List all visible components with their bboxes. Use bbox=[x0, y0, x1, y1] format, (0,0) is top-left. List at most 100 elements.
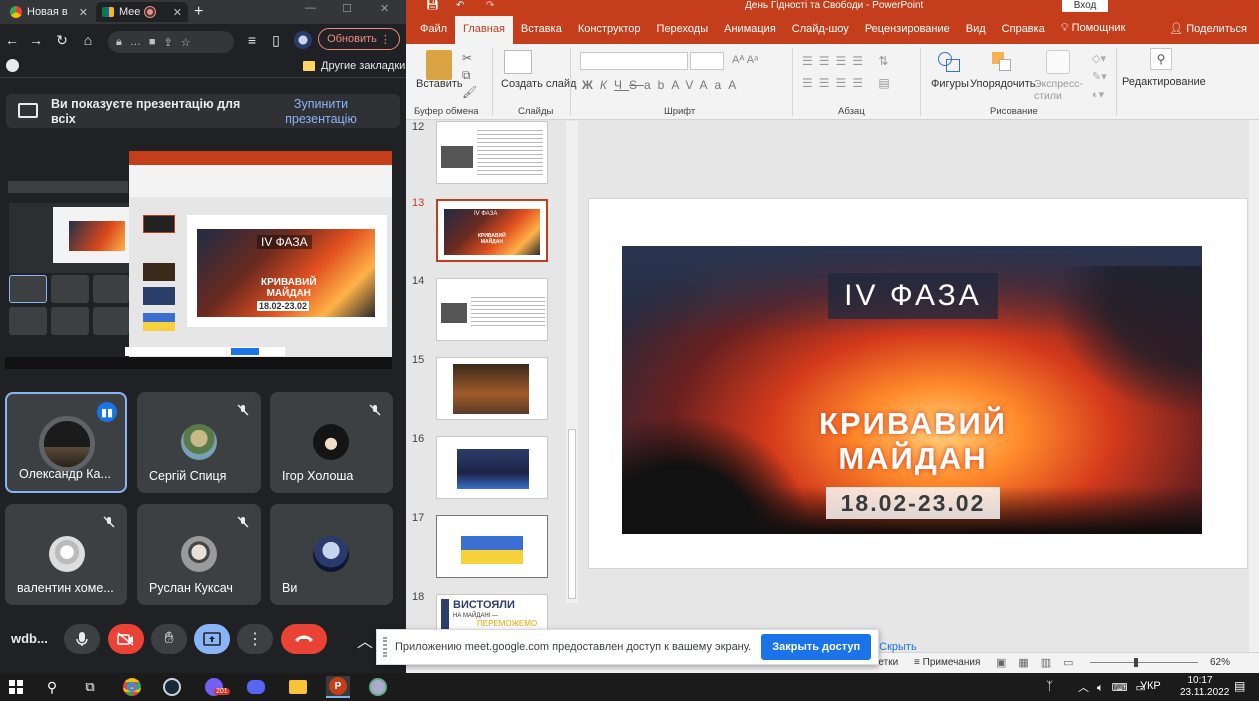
save-icon[interactable]: 💾︎ bbox=[426, 0, 439, 11]
paste-icon[interactable] bbox=[426, 50, 452, 80]
stop-sharing-button[interactable]: Закрыть доступ bbox=[761, 634, 872, 660]
new-slide-button[interactable]: Создать слайд bbox=[501, 78, 576, 91]
forward-icon[interactable]: → bbox=[28, 32, 44, 48]
windows-start-icon[interactable] bbox=[4, 676, 28, 698]
participant-tile[interactable]: Ігор Холоша bbox=[270, 392, 393, 493]
share-icon[interactable]: ⇪ bbox=[164, 36, 173, 49]
underline-button[interactable]: Ч bbox=[614, 78, 629, 92]
close-icon[interactable]: ✕ bbox=[79, 6, 88, 19]
participant-tile-self[interactable]: Ви bbox=[270, 504, 393, 605]
quick-styles-button[interactable]: Экспресс-стили bbox=[1034, 78, 1090, 102]
other-bookmarks[interactable]: Другие закладки bbox=[321, 60, 405, 72]
star-icon[interactable]: ☆ bbox=[181, 36, 191, 49]
bold-button[interactable]: Ж bbox=[582, 78, 600, 92]
participant-tile[interactable]: Руслан Куксач bbox=[137, 504, 261, 605]
paste-button[interactable]: Вставить bbox=[416, 78, 463, 90]
fill-outline-icons[interactable]: ◇▾ ✎▾ ◐▾ bbox=[1092, 50, 1107, 104]
mic-button[interactable] bbox=[64, 624, 100, 654]
font-grow-icon[interactable]: Aᴬ Aᵃ bbox=[732, 54, 758, 66]
italic-button[interactable]: К bbox=[600, 78, 614, 92]
home-icon[interactable]: ⌂ bbox=[80, 32, 96, 48]
clipboard-icons[interactable]: ✂︎ ⧉ 🖌︎ bbox=[462, 50, 477, 101]
participant-tile[interactable]: валентин хоме... bbox=[5, 504, 127, 605]
present-button[interactable] bbox=[194, 624, 230, 654]
chrome-icon[interactable] bbox=[120, 676, 144, 698]
hide-button[interactable]: Скрыть bbox=[879, 641, 917, 653]
undo-icon[interactable]: ↶ bbox=[456, 0, 464, 11]
tab-slideshow[interactable]: Слайд-шоу bbox=[784, 23, 857, 44]
new-tab-button[interactable]: + bbox=[194, 3, 203, 21]
raise-hand-button[interactable]: ✋︎ bbox=[151, 624, 187, 654]
signin-button[interactable]: Вход bbox=[1062, 0, 1108, 12]
chevron-up-icon[interactable]: ︿ bbox=[357, 628, 373, 652]
slide-thumb-14[interactable] bbox=[436, 278, 548, 341]
close-icon[interactable]: ✕ bbox=[173, 6, 182, 19]
stop-presenting-button[interactable]: Зупинити презентацію bbox=[278, 97, 364, 127]
slide-canvas[interactable]: IV ФАЗА КРИВАВИЙ МАЙДАН 18.02-23.02 bbox=[588, 198, 1248, 569]
maximize-button[interactable]: ☐ bbox=[342, 2, 352, 15]
reload-icon[interactable]: ↻ bbox=[54, 32, 70, 48]
canvas-scrollbar[interactable] bbox=[1249, 120, 1259, 652]
participant-tile[interactable]: Сергій Спиця bbox=[137, 392, 261, 493]
tab-new[interactable]: Новая в ✕ bbox=[4, 2, 94, 22]
end-call-button[interactable] bbox=[281, 624, 327, 654]
participant-tile[interactable]: ▮▮ Олександр Ка... bbox=[5, 392, 127, 493]
drag-handle-icon[interactable] bbox=[383, 637, 387, 657]
search-icon[interactable]: ⚲ bbox=[1150, 48, 1172, 70]
slide-thumb-18[interactable]: ВИСТОЯЛИ НА МАЙДАНІ — ПЕРЕМОЖЕМО bbox=[436, 594, 548, 634]
view-buttons[interactable]: ▣▦▥▭ bbox=[996, 656, 1086, 669]
tab-design[interactable]: Конструктор bbox=[570, 23, 649, 44]
sidepanel-icon[interactable]: ▯ bbox=[268, 32, 284, 48]
slide-thumb-16[interactable] bbox=[436, 436, 548, 499]
clock[interactable]: 10:17 23.11.2022 bbox=[1180, 675, 1229, 699]
share-button[interactable]: 👤︎ Поделиться bbox=[1161, 22, 1259, 44]
notifications-icon[interactable]: ▤ bbox=[1234, 679, 1245, 693]
zoom-level[interactable]: 62% bbox=[1210, 657, 1230, 668]
tab-meet[interactable]: Mee ✕ bbox=[96, 2, 188, 22]
slide-thumb-13-selected[interactable]: IV ФАЗА КРИВАВИЙ МАЙДАН bbox=[436, 199, 548, 262]
shapes-button[interactable]: Фигуры bbox=[931, 78, 969, 90]
slide-thumb-15[interactable] bbox=[436, 357, 548, 420]
profile-avatar[interactable] bbox=[294, 31, 312, 49]
tab-animations[interactable]: Анимация bbox=[716, 23, 784, 44]
font-format-buttons[interactable]: ЖКЧSabAVAaA bbox=[582, 78, 743, 92]
redo-icon[interactable]: ↷ bbox=[486, 0, 494, 11]
task-view-icon[interactable]: ⧉ bbox=[78, 676, 102, 698]
media-icon[interactable]: ≡ bbox=[244, 32, 260, 48]
slide-thumb-12[interactable] bbox=[436, 121, 548, 184]
tab-tellme[interactable]: 💡︎ Помощник bbox=[1053, 22, 1134, 44]
discord-icon[interactable] bbox=[244, 676, 268, 698]
font-name-select[interactable] bbox=[580, 52, 688, 70]
tab-help[interactable]: Справка bbox=[994, 23, 1053, 44]
tab-file[interactable]: Файл bbox=[412, 23, 455, 44]
shapes-icon[interactable] bbox=[934, 50, 964, 74]
minimize-button[interactable]: — bbox=[305, 2, 316, 14]
app-icon[interactable] bbox=[366, 676, 390, 698]
shadow-button[interactable]: S bbox=[629, 78, 644, 92]
case-button[interactable]: Aa bbox=[700, 78, 729, 92]
language-indicator[interactable]: УКР bbox=[1140, 680, 1161, 692]
zoom-slider[interactable] bbox=[1090, 662, 1198, 663]
strike-button[interactable]: ab bbox=[644, 78, 671, 92]
zoom-thumb[interactable] bbox=[1134, 658, 1138, 667]
explorer-icon[interactable] bbox=[286, 676, 310, 698]
more-options-button[interactable]: ⋮ bbox=[237, 624, 273, 654]
arrange-icon[interactable] bbox=[990, 50, 1014, 74]
tab-review[interactable]: Рецензирование bbox=[857, 23, 958, 44]
search-icon[interactable]: ⚲ bbox=[40, 676, 64, 698]
arrange-button[interactable]: Упорядочить bbox=[970, 78, 1035, 90]
address-bar[interactable]: 🔒︎ … ■ ⇪ ☆ bbox=[108, 31, 234, 53]
spacing-button[interactable]: AV bbox=[671, 78, 699, 92]
person-icon[interactable]: ᛉ bbox=[1046, 679, 1053, 693]
thumbs-scrollbar[interactable] bbox=[566, 121, 578, 603]
font-color-button[interactable]: A bbox=[728, 78, 743, 92]
viber-icon[interactable]: 201 bbox=[202, 676, 230, 698]
back-icon[interactable]: ← bbox=[4, 32, 20, 48]
quick-styles-icon[interactable] bbox=[1046, 50, 1070, 74]
slide-thumb-17[interactable] bbox=[436, 515, 548, 578]
camera-button[interactable] bbox=[108, 624, 144, 654]
powerpoint-icon[interactable]: P bbox=[326, 676, 350, 698]
meeting-code[interactable]: wdb... bbox=[11, 631, 48, 646]
paragraph-buttons[interactable]: ☰☰☰☰ ⇅ ☰☰☰☰ ▤ bbox=[802, 50, 896, 94]
update-button[interactable]: Обновить ⋮ bbox=[318, 28, 400, 50]
